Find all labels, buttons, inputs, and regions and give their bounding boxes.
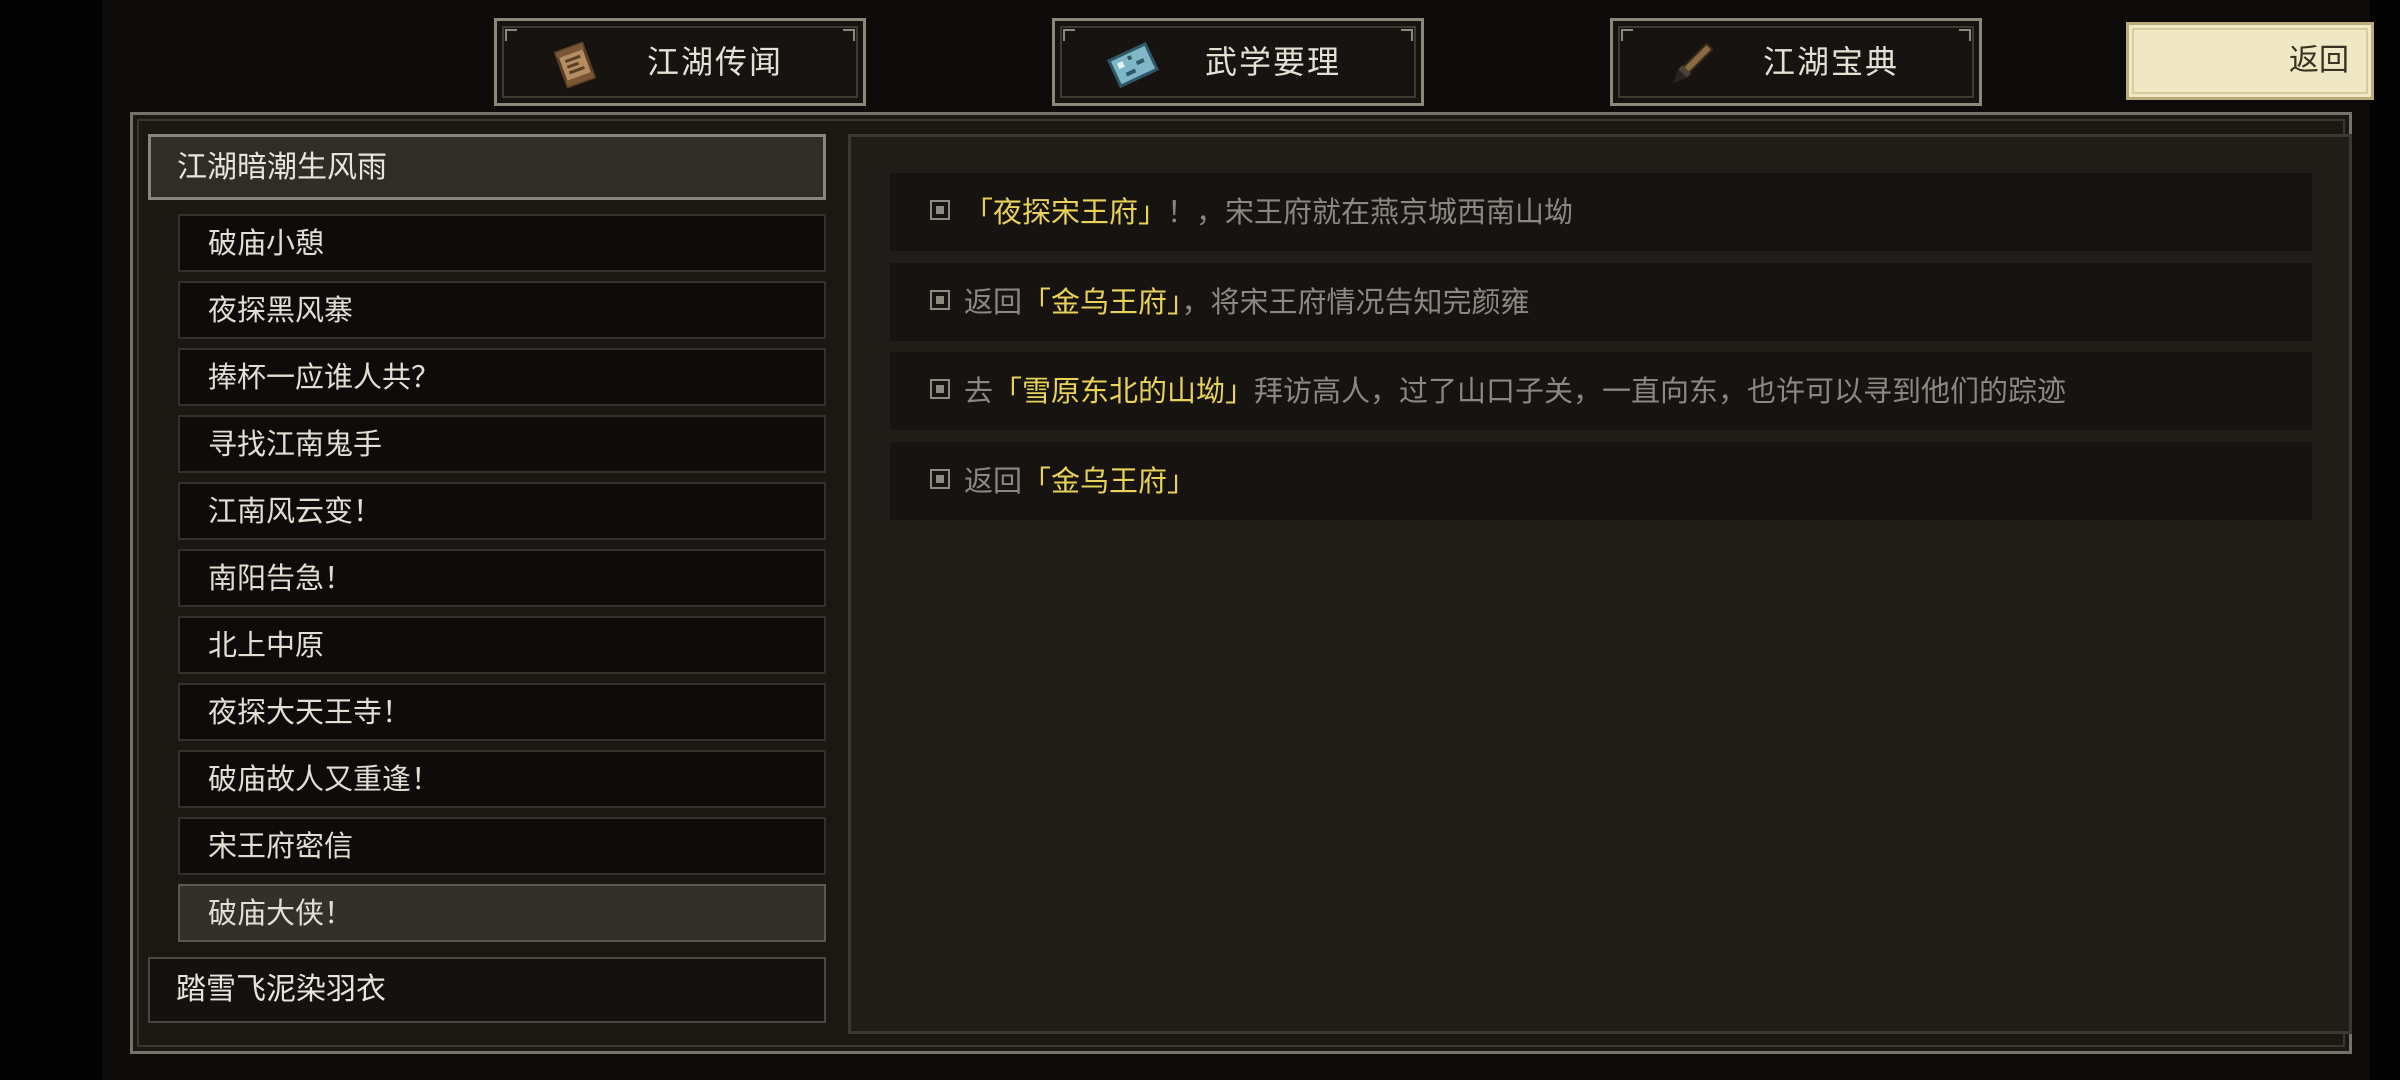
chapter-title: 江湖暗潮生风雨 [177, 150, 387, 185]
tab-jianghu-rumors[interactable]: 江湖传闻 [494, 18, 866, 106]
quest-item[interactable]: 破庙小憩 [178, 214, 826, 272]
brush-icon [1672, 42, 1714, 84]
quest-title: 破庙故人又重逢！ [208, 762, 441, 796]
chapter-header[interactable]: 江湖暗潮生风雨 [148, 134, 826, 200]
task-text-pre: 返回 [964, 464, 1023, 498]
tab-label: 江湖宝典 [1763, 43, 1900, 81]
quest-title: 破庙小憩 [208, 226, 325, 260]
quest-item[interactable]: 夜探黑风寨 [178, 281, 826, 339]
task-location: 「夜探宋王府」 [964, 195, 1168, 229]
back-button-label: 返回 [2289, 43, 2349, 78]
task-text-post: ，将宋王府情况告知完颜雍 [1181, 285, 1530, 319]
letterbox-left [0, 0, 102, 1080]
quest-title: 捧杯一应谁人共？ [208, 360, 441, 394]
quest-item[interactable]: 捧杯一应谁人共？ [178, 348, 826, 406]
tab-martial-principles[interactable]: 武学要理 [1052, 18, 1424, 106]
map-icon [1106, 41, 1160, 89]
quest-title: 宋王府密信 [208, 829, 354, 863]
task-text-post: ！，宋王府就在燕京城西南山坳 [1167, 195, 1574, 229]
quest-item[interactable]: 南阳告急！ [178, 549, 826, 607]
quest-item[interactable]: 宋王府密信 [178, 817, 826, 875]
letterbox-right [2370, 0, 2400, 1080]
quest-title: 北上中原 [208, 628, 325, 662]
quest-title: 夜探黑风寨 [208, 293, 354, 327]
checkbox-icon [930, 290, 950, 310]
task-entry: 返回「金乌王府」，将宋王府情况告知完颜雍 [890, 263, 2312, 341]
checkbox-icon [930, 379, 950, 399]
quest-item[interactable]: 夜探大天王寺！ [178, 683, 826, 741]
task-text-pre: 去 [964, 374, 994, 408]
task-location: 「金乌王府」 [1022, 464, 1197, 498]
chapter-title: 踏雪飞泥染羽衣 [176, 972, 386, 1007]
back-button[interactable]: 返回 [2126, 22, 2374, 100]
task-text: 去「雪原东北的山坳」拜访高人，过了山口子关，一直向东，也许可以寻到他们的踪迹 [964, 352, 2066, 430]
tab-label: 武学要理 [1205, 43, 1342, 81]
quest-title: 破庙大侠！ [208, 896, 354, 930]
quest-item[interactable]: 江南风云变！ [178, 482, 826, 540]
task-text: 「夜探宋王府」！，宋王府就在燕京城西南山坳 [964, 173, 1573, 251]
task-text-pre: 返回 [964, 285, 1023, 319]
chapter-header[interactable]: 踏雪飞泥染羽衣 [148, 957, 826, 1023]
task-entry: 「夜探宋王府」！，宋王府就在燕京城西南山坳 [890, 173, 2312, 251]
quest-item-selected[interactable]: 破庙大侠！ [178, 884, 826, 942]
quest-title: 江南风云变！ [208, 494, 383, 528]
quest-title: 夜探大天王寺！ [208, 695, 412, 729]
task-location: 「雪原东北的山坳」 [993, 374, 1255, 408]
quest-item[interactable]: 破庙故人又重逢！ [178, 750, 826, 808]
task-text-post: 拜访高人，过了山口子关，一直向东，也许可以寻到他们的踪迹 [1254, 374, 2067, 408]
game-screen: 江湖传闻 武学要理 江湖宝典 返回 江湖暗潮生风雨 破庙小憩 夜探黑风寨 捧杯一… [0, 0, 2400, 1080]
task-entry: 返回「金乌王府」 [890, 442, 2312, 520]
task-text: 返回「金乌王府」 [964, 442, 1196, 520]
task-location: 「金乌王府」 [1022, 285, 1182, 319]
checkbox-icon [930, 469, 950, 489]
checkbox-icon [930, 200, 950, 220]
quest-item[interactable]: 北上中原 [178, 616, 826, 674]
quest-title: 南阳告急！ [208, 561, 354, 595]
tab-jianghu-codex[interactable]: 江湖宝典 [1610, 18, 1982, 106]
tab-label: 江湖传闻 [647, 43, 784, 81]
scroll-icon [553, 41, 597, 89]
task-text: 返回「金乌王府」，将宋王府情况告知完颜雍 [964, 263, 1530, 341]
quest-title: 寻找江南鬼手 [208, 427, 383, 461]
task-entry: 去「雪原东北的山坳」拜访高人，过了山口子关，一直向东，也许可以寻到他们的踪迹 [890, 352, 2312, 430]
quest-item[interactable]: 寻找江南鬼手 [178, 415, 826, 473]
